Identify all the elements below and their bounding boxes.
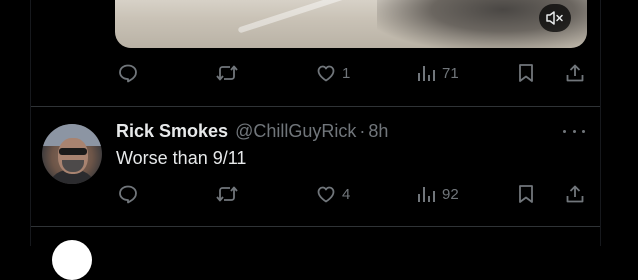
bookmark-button[interactable] bbox=[516, 58, 536, 88]
video-frame-highlight bbox=[237, 0, 373, 34]
views-button[interactable]: 71 bbox=[415, 58, 459, 88]
more-dot-icon bbox=[582, 129, 585, 133]
share-icon bbox=[566, 64, 584, 82]
like-button[interactable]: 1 bbox=[315, 58, 350, 88]
post-timestamp[interactable]: 8h bbox=[368, 121, 388, 142]
post-divider bbox=[31, 106, 600, 107]
reply-icon bbox=[119, 185, 137, 204]
heart-icon bbox=[317, 65, 335, 82]
author-name[interactable]: Rick Smokes bbox=[116, 121, 228, 142]
bookmark-button[interactable] bbox=[516, 179, 536, 209]
share-icon bbox=[566, 185, 584, 203]
post-text: Worse than 9/11 bbox=[116, 148, 247, 168]
reply-post-action-bar: 4 92 bbox=[0, 179, 638, 209]
views-bar-icon bbox=[418, 66, 435, 81]
mute-button[interactable] bbox=[539, 4, 571, 32]
like-count: 1 bbox=[342, 64, 351, 82]
next-post-avatar[interactable] bbox=[52, 240, 92, 280]
share-button[interactable] bbox=[564, 58, 586, 88]
repost-button[interactable] bbox=[215, 58, 244, 88]
post-divider bbox=[31, 226, 600, 227]
reply-button[interactable] bbox=[117, 179, 144, 209]
more-dot-icon bbox=[563, 129, 566, 133]
avatar[interactable] bbox=[42, 124, 102, 184]
heart-icon bbox=[317, 186, 335, 203]
more-dot-icon bbox=[572, 129, 576, 133]
post-header: Rick Smokes @ChillGuyRick · 8h bbox=[116, 121, 388, 143]
speaker-muted-icon bbox=[546, 11, 563, 25]
views-button[interactable]: 92 bbox=[415, 179, 459, 209]
views-count: 92 bbox=[442, 185, 459, 203]
reply-button[interactable] bbox=[117, 58, 144, 88]
views-bar-icon bbox=[418, 187, 435, 202]
share-button[interactable] bbox=[564, 179, 586, 209]
timeline-border-left bbox=[30, 0, 31, 246]
reply-icon bbox=[119, 64, 137, 83]
dot-separator: · bbox=[359, 121, 366, 141]
previous-post-action-bar: 1 71 bbox=[0, 58, 638, 88]
views-count: 71 bbox=[442, 64, 459, 82]
like-count: 4 bbox=[342, 185, 351, 203]
bookmark-icon bbox=[519, 64, 533, 82]
bookmark-icon bbox=[519, 185, 533, 203]
avatar-sunglasses bbox=[59, 148, 87, 155]
repost-button[interactable] bbox=[215, 179, 244, 209]
repost-icon bbox=[216, 186, 238, 202]
like-button[interactable]: 4 bbox=[315, 179, 350, 209]
repost-icon bbox=[216, 65, 238, 81]
more-options-button[interactable] bbox=[563, 124, 585, 138]
timeline-border-right bbox=[600, 0, 601, 246]
author-handle[interactable]: @ChillGuyRick bbox=[235, 121, 356, 142]
video-media[interactable] bbox=[115, 0, 587, 48]
